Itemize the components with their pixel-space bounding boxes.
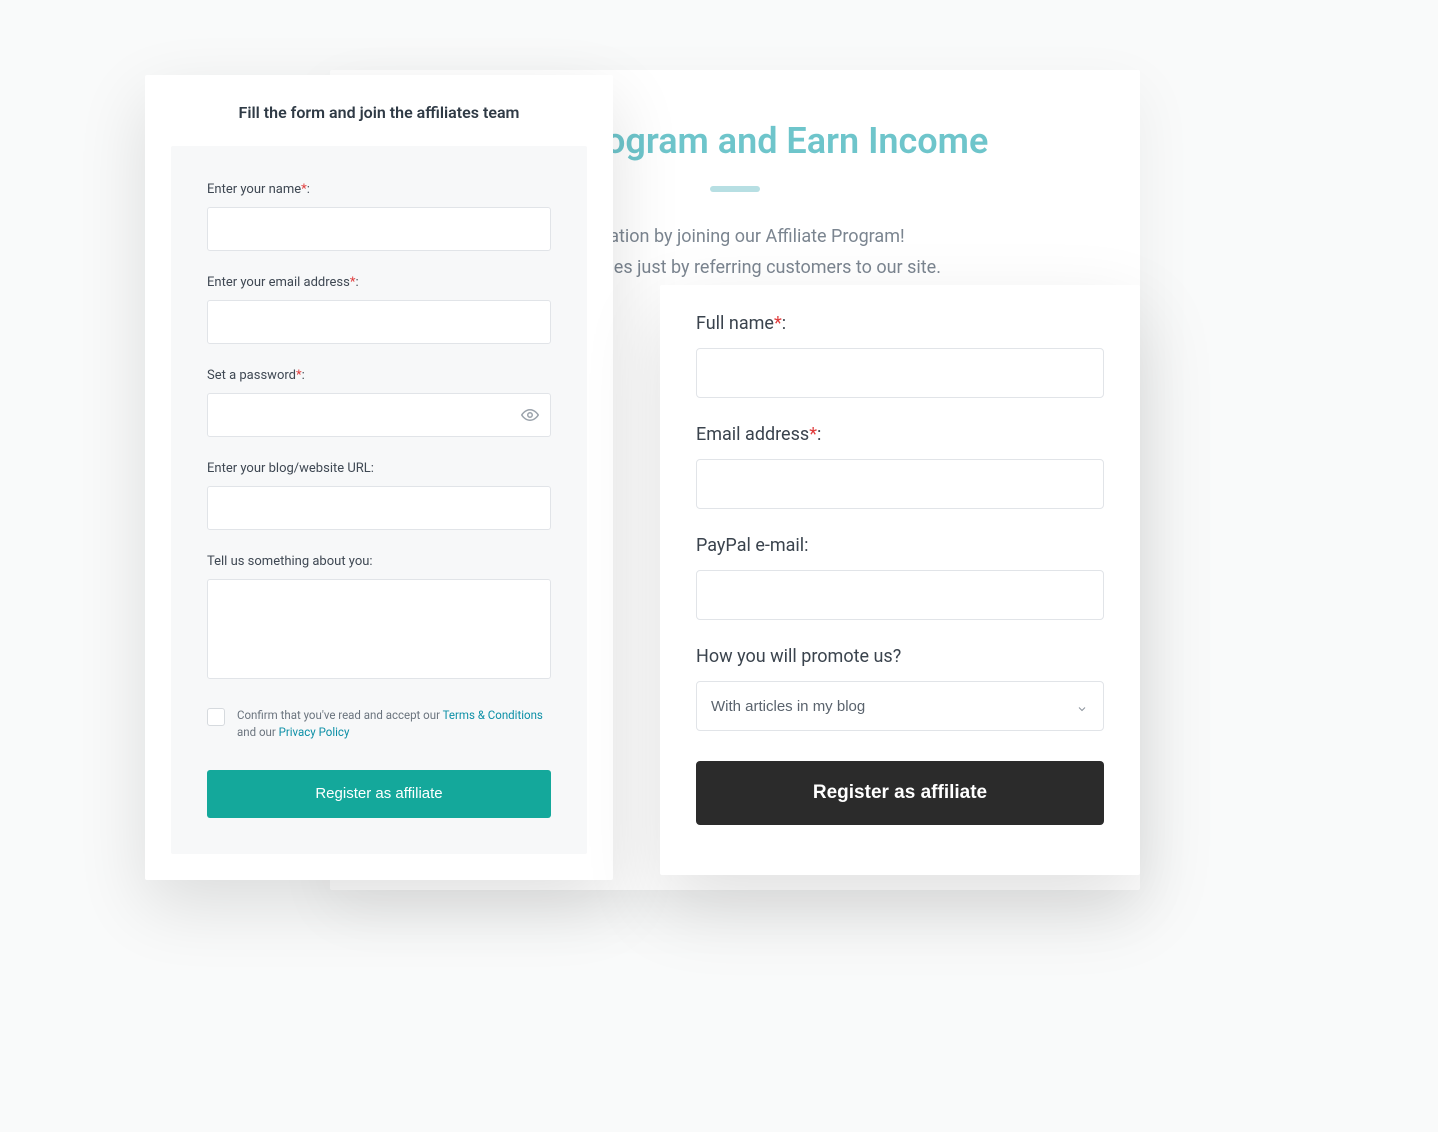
name-field-group: Enter your name*:	[207, 182, 551, 251]
paypal-field-group: PayPal e-mail:	[696, 535, 1104, 620]
about-label: Tell us something about you:	[207, 554, 551, 569]
register-button-dark[interactable]: Register as affiliate	[696, 761, 1104, 825]
fullname-label: Full name*:	[696, 313, 1104, 334]
email-input-right[interactable]	[696, 459, 1104, 509]
title-divider	[710, 186, 760, 192]
required-asterisk: *	[296, 368, 302, 383]
left-form-title: Fill the form and join the affiliates te…	[145, 75, 613, 146]
email-label-right: Email address*:	[696, 424, 1104, 445]
about-textarea[interactable]	[207, 579, 551, 679]
required-asterisk: *	[809, 424, 817, 445]
terms-link[interactable]: Terms & Conditions	[443, 708, 543, 722]
required-asterisk: *	[350, 275, 356, 290]
eye-icon[interactable]	[521, 406, 539, 424]
privacy-link[interactable]: Privacy Policy	[279, 725, 350, 739]
affiliate-signup-card-right: Full name*: Email address*: PayPal e-mai…	[660, 285, 1140, 875]
url-field-group: Enter your blog/website URL:	[207, 461, 551, 530]
paypal-input[interactable]	[696, 570, 1104, 620]
consent-row: Confirm that you've read and accept our …	[207, 707, 551, 742]
fullname-input[interactable]	[696, 348, 1104, 398]
email-label: Enter your email address*:	[207, 275, 551, 290]
affiliate-signup-card-left: Fill the form and join the affiliates te…	[145, 75, 613, 880]
required-asterisk: *	[774, 313, 782, 334]
url-input[interactable]	[207, 486, 551, 530]
promote-field-group: How you will promote us? With articles i…	[696, 646, 1104, 731]
password-field-group: Set a password*:	[207, 368, 551, 437]
promote-label: How you will promote us?	[696, 646, 1104, 667]
email-field-group: Enter your email address*:	[207, 275, 551, 344]
promote-select[interactable]: With articles in my blog	[696, 681, 1104, 731]
name-input[interactable]	[207, 207, 551, 251]
email-input[interactable]	[207, 300, 551, 344]
password-label: Set a password*:	[207, 368, 551, 383]
paypal-label: PayPal e-mail:	[696, 535, 1104, 556]
register-button-teal[interactable]: Register as affiliate	[207, 770, 551, 818]
url-label: Enter your blog/website URL:	[207, 461, 551, 476]
password-input[interactable]	[207, 393, 551, 437]
name-label: Enter your name*:	[207, 182, 551, 197]
consent-checkbox[interactable]	[207, 708, 225, 726]
required-asterisk: *	[301, 182, 307, 197]
consent-text: Confirm that you've read and accept our …	[237, 707, 551, 742]
about-field-group: Tell us something about you:	[207, 554, 551, 683]
fullname-field-group: Full name*:	[696, 313, 1104, 398]
left-form-wrapper: Enter your name*: Enter your email addre…	[171, 146, 587, 854]
email-field-group-right: Email address*:	[696, 424, 1104, 509]
